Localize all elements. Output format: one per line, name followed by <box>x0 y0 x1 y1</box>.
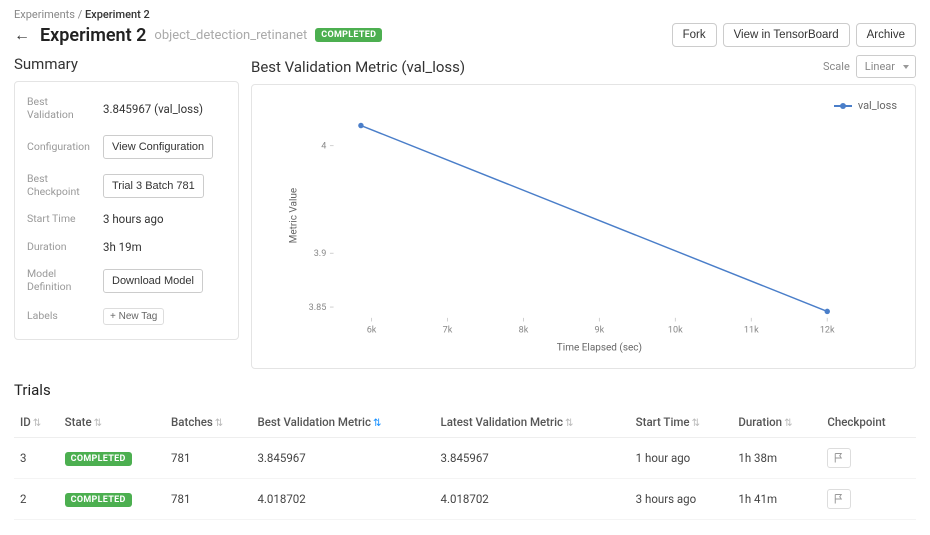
summary-label-configuration: Configuration <box>27 141 97 154</box>
summary-label-best-validation: Best Validation <box>27 96 97 121</box>
cell-duration: 1h 38m <box>732 438 821 479</box>
col-state[interactable]: State⇅ <box>59 407 165 438</box>
svg-text:3.85: 3.85 <box>309 303 327 313</box>
col-start-time[interactable]: Start Time⇅ <box>630 407 733 438</box>
summary-panel: Best Validation 3.845967 (val_loss) Conf… <box>14 81 239 340</box>
chart-panel: val_loss 3.85 3.9 4 6k 7k 8k 9k 10k 11k 12k Time E… <box>251 84 916 369</box>
trials-table: ID⇅ State⇅ Batches⇅ Best Validation Metr… <box>14 407 916 520</box>
summary-label-model-definition: Model Definition <box>27 268 97 293</box>
svg-text:Time Elapsed (sec): Time Elapsed (sec) <box>557 342 642 354</box>
cell-checkpoint <box>821 438 916 479</box>
svg-text:Metric Value: Metric Value <box>288 188 299 244</box>
col-checkpoint: Checkpoint <box>821 407 916 438</box>
cell-start-time: 3 hours ago <box>630 479 733 520</box>
checkpoint-flag-button[interactable] <box>827 448 851 468</box>
cell-best-metric: 4.018702 <box>251 479 434 520</box>
scale-select[interactable]: Linear <box>856 55 916 78</box>
new-tag-button[interactable]: + New Tag <box>103 308 164 325</box>
svg-text:12k: 12k <box>820 325 835 335</box>
summary-value-duration: 3h 19m <box>103 240 226 254</box>
chart-title: Best Validation Metric (val_loss) <box>251 58 465 76</box>
cell-latest-metric: 4.018702 <box>435 479 630 520</box>
svg-text:7k: 7k <box>443 325 453 335</box>
cell-best-metric: 3.845967 <box>251 438 434 479</box>
col-batches[interactable]: Batches⇅ <box>165 407 251 438</box>
checkpoint-flag-button[interactable] <box>827 489 851 509</box>
svg-text:6k: 6k <box>367 325 377 335</box>
svg-text:4: 4 <box>321 141 326 151</box>
breadcrumb-root[interactable]: Experiments <box>14 8 75 21</box>
cell-state: COMPLETED <box>59 438 165 479</box>
legend-marker-icon <box>834 105 852 107</box>
col-duration[interactable]: Duration⇅ <box>732 407 821 438</box>
summary-value-best-validation: 3.845967 (val_loss) <box>103 102 226 116</box>
cell-id: 3 <box>14 438 59 479</box>
svg-text:9k: 9k <box>595 325 605 335</box>
summary-label-labels: Labels <box>27 310 97 323</box>
table-row[interactable]: 2COMPLETED7814.0187024.0187023 hours ago… <box>14 479 916 520</box>
summary-label-start-time: Start Time <box>27 213 97 226</box>
fork-button[interactable]: Fork <box>672 23 717 47</box>
cell-checkpoint <box>821 479 916 520</box>
svg-text:3.9: 3.9 <box>314 249 327 259</box>
cell-duration: 1h 41m <box>732 479 821 520</box>
legend-label: val_loss <box>858 99 897 112</box>
summary-title: Summary <box>14 55 239 73</box>
cell-id: 2 <box>14 479 59 520</box>
cell-batches: 781 <box>165 438 251 479</box>
cell-latest-metric: 3.845967 <box>435 438 630 479</box>
status-badge: COMPLETED <box>315 28 382 42</box>
page-subtitle: object_detection_retinanet <box>154 28 307 43</box>
breadcrumb: Experiments / Experiment 2 <box>14 8 916 21</box>
archive-button[interactable]: Archive <box>856 23 916 47</box>
col-id[interactable]: ID⇅ <box>14 407 59 438</box>
view-configuration-button[interactable]: View Configuration <box>103 135 213 159</box>
svg-text:8k: 8k <box>519 325 529 335</box>
svg-text:11k: 11k <box>744 325 759 335</box>
cell-batches: 781 <box>165 479 251 520</box>
chart-legend: val_loss <box>834 99 897 112</box>
col-latest-metric[interactable]: Latest Validation Metric⇅ <box>435 407 630 438</box>
summary-label-duration: Duration <box>27 241 97 254</box>
cell-state: COMPLETED <box>59 479 165 520</box>
trials-title: Trials <box>14 381 916 399</box>
download-model-button[interactable]: Download Model <box>103 269 203 293</box>
summary-value-start-time: 3 hours ago <box>103 212 226 226</box>
view-tensorboard-button[interactable]: View in TensorBoard <box>723 23 850 47</box>
svg-text:10k: 10k <box>668 325 683 335</box>
summary-label-best-checkpoint: Best Checkpoint <box>27 173 97 198</box>
table-row[interactable]: 3COMPLETED7813.8459673.8459671 hour ago1… <box>14 438 916 479</box>
best-checkpoint-button[interactable]: Trial 3 Batch 781 <box>103 174 204 198</box>
chart-svg: 3.85 3.9 4 6k 7k 8k 9k 10k 11k 12k Time Elapsed (s… <box>264 97 903 356</box>
scale-label: Scale <box>823 60 850 73</box>
cell-start-time: 1 hour ago <box>630 438 733 479</box>
col-best-metric[interactable]: Best Validation Metric⇅ <box>251 407 434 438</box>
back-arrow-icon[interactable]: ← <box>14 25 30 45</box>
breadcrumb-current: Experiment 2 <box>85 8 150 21</box>
page-title: Experiment 2 <box>40 25 146 46</box>
